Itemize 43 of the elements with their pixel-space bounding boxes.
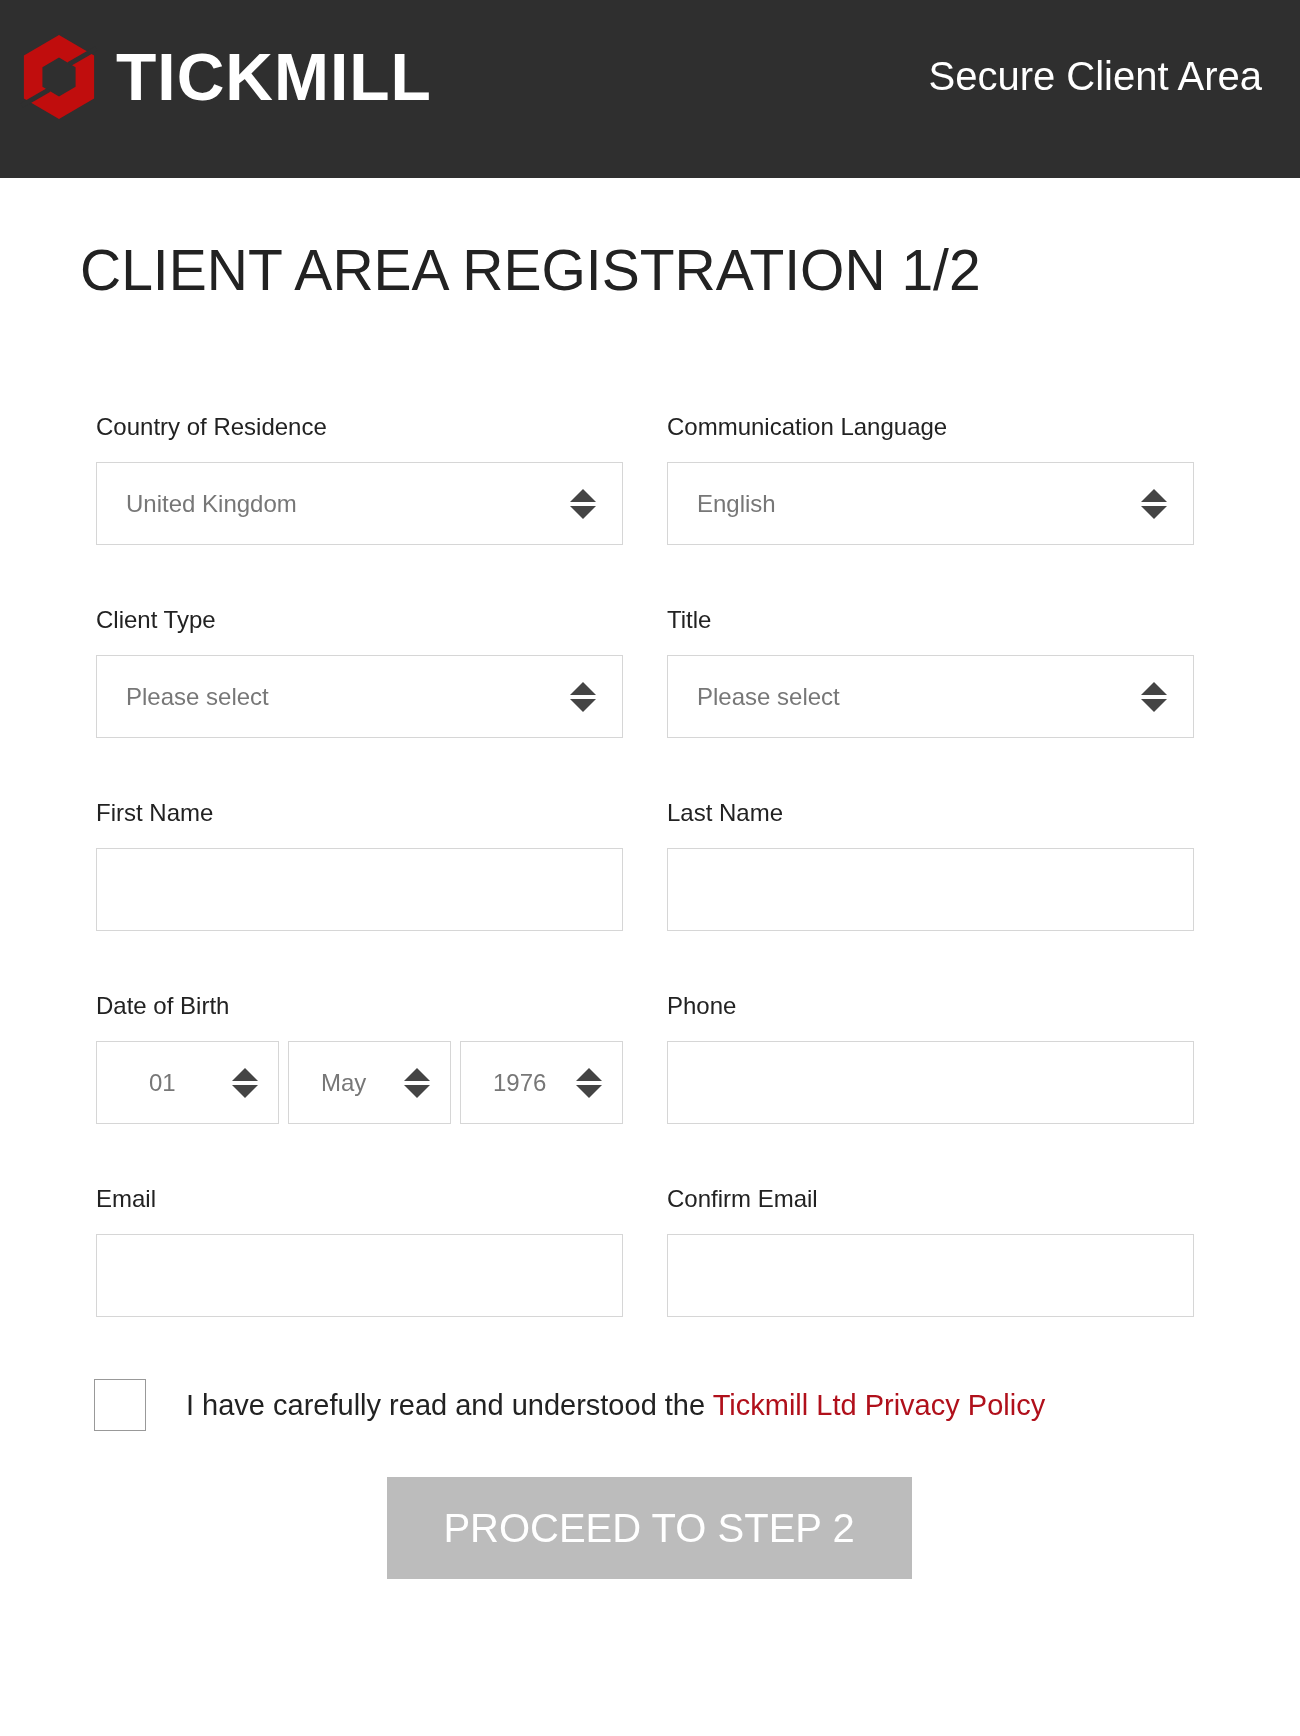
checkbox[interactable] [94,1379,146,1432]
sort-arrows-icon [570,681,596,712]
input-field[interactable] [667,1234,1194,1318]
header-title: Secure Client Area [928,54,1262,99]
select-value: 1976 [493,1068,547,1097]
field-label: Confirm Email [667,1184,819,1215]
logo-wordmark: TICKMILL [116,38,432,115]
consent-text: I have carefully read and understood the Tickmill Ltd Privacy Policy [186,1388,1046,1422]
select-field[interactable]: Please select [667,655,1194,739]
select-value: English [697,489,776,518]
field-label: Title [667,605,713,636]
privacy-policy-link[interactable]: Tickmill Ltd Privacy Policy [712,1388,1046,1421]
field-label: Last Name [667,798,785,829]
field-label: Phone [667,991,738,1022]
select-field[interactable]: English [667,462,1194,546]
field-label: Date of Birth [96,991,231,1022]
sort-arrows-icon [570,488,596,519]
select-value: Please select [697,682,840,711]
sort-arrows-icon [576,1067,602,1098]
select-value: May [321,1068,367,1097]
field-label: Communication Language [667,412,949,443]
field-label: Email [96,1184,157,1215]
select-field[interactable]: May [288,1041,451,1125]
sort-arrows-icon [1141,681,1167,712]
sort-arrows-icon [404,1067,430,1098]
select-value: United Kingdom [126,489,297,518]
input-field[interactable] [96,1234,623,1318]
select-field[interactable]: United Kingdom [96,462,623,546]
input-field[interactable] [667,848,1194,932]
field-label: Country of Residence [96,412,328,443]
select-field[interactable]: 1976 [460,1041,623,1125]
field-label: Client Type [96,605,217,636]
sort-arrows-icon [1141,488,1167,519]
select-field[interactable]: 01 [96,1041,279,1125]
input-field[interactable] [667,1041,1194,1125]
page-heading: CLIENT AREA REGISTRATION 1/2 [80,237,982,304]
sort-arrows-icon [232,1067,258,1098]
input-field[interactable] [96,848,623,932]
select-value: Please select [126,682,269,711]
hexagon-logo-icon [20,32,98,121]
field-label: First Name [96,798,215,829]
select-field[interactable]: Please select [96,655,623,739]
select-value: 01 [149,1068,176,1097]
